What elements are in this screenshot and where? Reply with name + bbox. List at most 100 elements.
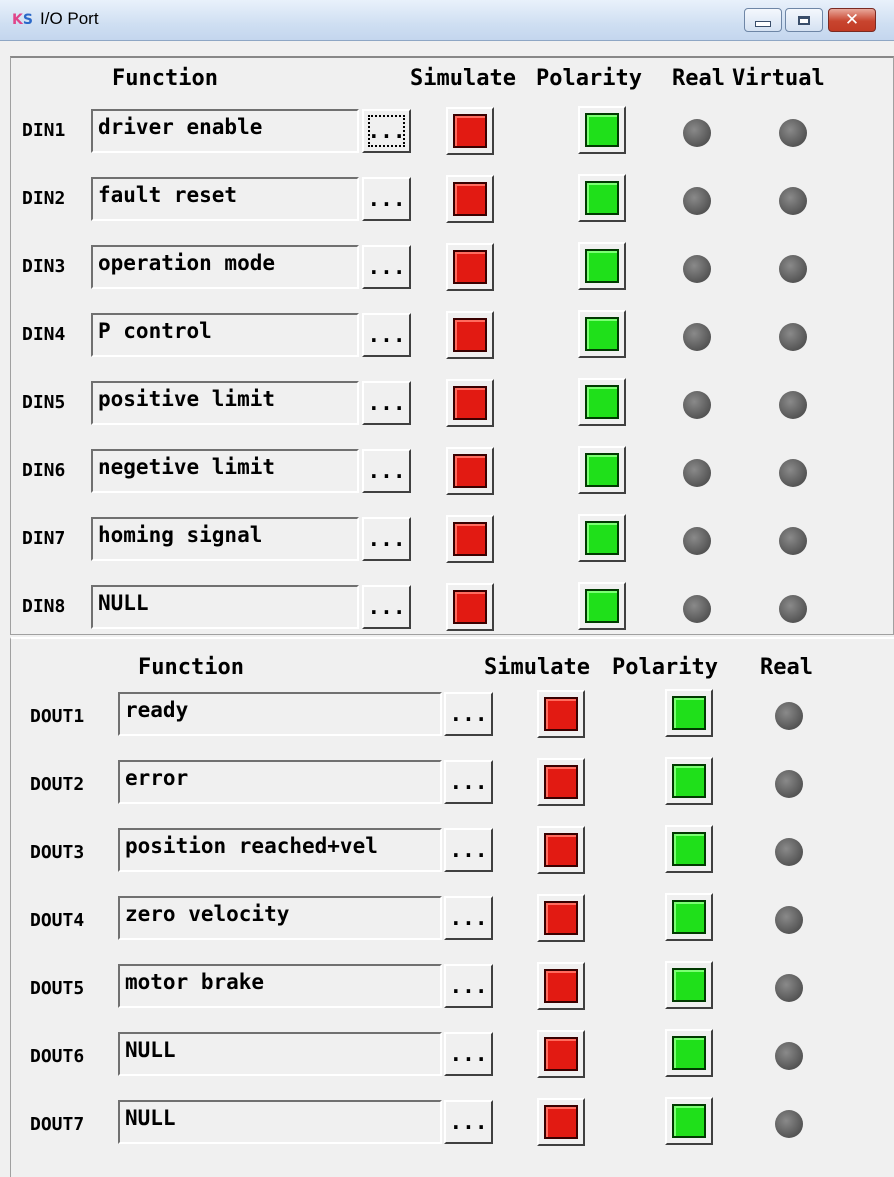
dout-polarity-toggle[interactable] (665, 825, 713, 873)
din-simulate-toggle[interactable] (446, 243, 494, 291)
polarity-indicator (672, 1036, 706, 1070)
din-function-field[interactable]: operation mode (91, 245, 359, 289)
dout-simulate-toggle[interactable] (537, 1098, 585, 1146)
dout-polarity-toggle[interactable] (665, 893, 713, 941)
din-function-field[interactable]: fault reset (91, 177, 359, 221)
dout-polarity-toggle[interactable] (665, 1029, 713, 1077)
simulate-indicator (544, 697, 578, 731)
simulate-indicator (453, 114, 487, 148)
din-row-label: DIN1 (22, 120, 66, 141)
din-function-field[interactable]: P control (91, 313, 359, 357)
minimize-icon (755, 21, 771, 27)
din-simulate-toggle[interactable] (446, 447, 494, 495)
din-function-field[interactable]: driver enable (91, 109, 359, 153)
din-polarity-toggle[interactable] (578, 174, 626, 222)
din-virtual-led (779, 187, 807, 215)
din-browse-button[interactable]: ... (362, 177, 411, 221)
polarity-indicator (585, 249, 619, 283)
dout-simulate-toggle[interactable] (537, 962, 585, 1010)
polarity-indicator (585, 113, 619, 147)
polarity-indicator (672, 1104, 706, 1138)
dout-header-function: Function (138, 655, 244, 680)
din-polarity-toggle[interactable] (578, 378, 626, 426)
din-polarity-toggle[interactable] (578, 514, 626, 562)
simulate-indicator (544, 901, 578, 935)
simulate-indicator (544, 833, 578, 867)
din-function-field[interactable]: NULL (91, 585, 359, 629)
dout-polarity-toggle[interactable] (665, 1097, 713, 1145)
dout-browse-button[interactable]: ... (444, 760, 493, 804)
dout-simulate-toggle[interactable] (537, 758, 585, 806)
simulate-indicator (453, 590, 487, 624)
dout-row-label: DOUT2 (30, 774, 85, 795)
polarity-indicator (672, 900, 706, 934)
din-real-led (683, 255, 711, 283)
din-simulate-toggle[interactable] (446, 175, 494, 223)
dout-browse-button[interactable]: ... (444, 828, 493, 872)
close-button[interactable]: ✕ (828, 8, 876, 32)
dout-function-field[interactable]: zero velocity (118, 896, 442, 940)
dout-browse-button[interactable]: ... (444, 896, 493, 940)
din-polarity-toggle[interactable] (578, 242, 626, 290)
dout-function-field[interactable]: error (118, 760, 442, 804)
din-simulate-toggle[interactable] (446, 583, 494, 631)
din-simulate-toggle[interactable] (446, 379, 494, 427)
minimize-button[interactable] (744, 8, 782, 32)
din-browse-button[interactable]: ... (362, 449, 411, 493)
din-simulate-toggle[interactable] (446, 311, 494, 359)
dout-simulate-toggle[interactable] (537, 690, 585, 738)
din-function-field[interactable]: positive limit (91, 381, 359, 425)
dout-browse-button[interactable]: ... (444, 964, 493, 1008)
dout-row-label: DOUT6 (30, 1046, 85, 1067)
dout-polarity-toggle[interactable] (665, 757, 713, 805)
polarity-indicator (585, 181, 619, 215)
dout-polarity-toggle[interactable] (665, 689, 713, 737)
simulate-indicator (544, 969, 578, 1003)
din-row-label: DIN3 (22, 256, 66, 277)
din-browse-button[interactable]: ... (362, 109, 411, 153)
din-polarity-toggle[interactable] (578, 446, 626, 494)
dout-simulate-toggle[interactable] (537, 894, 585, 942)
maximize-button[interactable] (785, 8, 823, 32)
din-real-led (683, 595, 711, 623)
din-simulate-toggle[interactable] (446, 515, 494, 563)
din-header-simulate: Simulate (410, 66, 516, 91)
din-polarity-toggle[interactable] (578, 310, 626, 358)
dout-browse-button[interactable]: ... (444, 1032, 493, 1076)
din-real-led (683, 187, 711, 215)
dout-header-real: Real (760, 655, 813, 680)
din-row-label: DIN4 (22, 324, 66, 345)
polarity-indicator (585, 453, 619, 487)
din-browse-button[interactable]: ... (362, 585, 411, 629)
dout-function-field[interactable]: NULL (118, 1032, 442, 1076)
din-function-field[interactable]: negetive limit (91, 449, 359, 493)
dout-function-field[interactable]: motor brake (118, 964, 442, 1008)
dout-function-field[interactable]: ready (118, 692, 442, 736)
title-bar: KS I/O Port ✕ (0, 0, 894, 41)
dout-simulate-toggle[interactable] (537, 826, 585, 874)
dout-row-label: DOUT4 (30, 910, 85, 931)
din-browse-button[interactable]: ... (362, 517, 411, 561)
polarity-indicator (672, 968, 706, 1002)
dout-polarity-toggle[interactable] (665, 961, 713, 1009)
dout-function-field[interactable]: position reached+vel (118, 828, 442, 872)
din-polarity-toggle[interactable] (578, 582, 626, 630)
dout-browse-button[interactable]: ... (444, 692, 493, 736)
maximize-icon (798, 15, 810, 25)
dout-simulate-toggle[interactable] (537, 1030, 585, 1078)
din-virtual-led (779, 119, 807, 147)
dout-function-field[interactable]: NULL (118, 1100, 442, 1144)
din-function-field[interactable]: homing signal (91, 517, 359, 561)
din-virtual-led (779, 255, 807, 283)
din-simulate-toggle[interactable] (446, 107, 494, 155)
din-virtual-led (779, 527, 807, 555)
din-row-label: DIN2 (22, 188, 66, 209)
polarity-indicator (585, 521, 619, 555)
din-browse-button[interactable]: ... (362, 245, 411, 289)
din-polarity-toggle[interactable] (578, 106, 626, 154)
window-title: I/O Port (40, 9, 99, 28)
din-browse-button[interactable]: ... (362, 381, 411, 425)
dout-browse-button[interactable]: ... (444, 1100, 493, 1144)
din-browse-button[interactable]: ... (362, 313, 411, 357)
dout-header-simulate: Simulate (484, 655, 590, 680)
